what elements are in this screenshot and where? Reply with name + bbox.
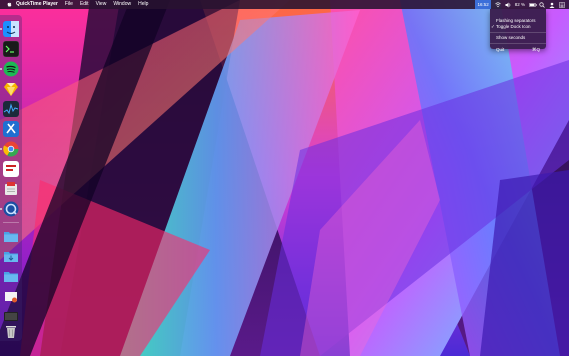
downloads-folder-icon[interactable] xyxy=(3,248,19,264)
speakerdeck-icon[interactable] xyxy=(3,161,19,177)
menu-file[interactable]: File xyxy=(65,0,73,9)
folder-icon[interactable] xyxy=(3,228,19,244)
user-icon[interactable] xyxy=(549,2,555,8)
menu-app-name[interactable]: QuickTime Player xyxy=(16,0,58,9)
document-icon[interactable] xyxy=(3,288,19,304)
battery-icon[interactable] xyxy=(529,2,537,8)
wifi-icon[interactable] xyxy=(494,1,501,8)
keyboard-shortcut: ⌘Q xyxy=(531,47,540,52)
clock-menu-extra[interactable]: 16:52 xyxy=(475,0,491,9)
chrome-icon[interactable] xyxy=(3,141,19,157)
spotify-icon[interactable] xyxy=(3,61,19,77)
quicktime-icon[interactable] xyxy=(3,201,19,217)
movie-icon[interactable] xyxy=(3,308,19,324)
menu-view[interactable]: View xyxy=(96,0,107,9)
checkmark-icon: ✓ xyxy=(491,24,495,29)
menu-separator xyxy=(490,43,546,44)
activity-monitor-icon[interactable] xyxy=(3,101,19,117)
menu-item-quit[interactable]: Quit ⌘Q xyxy=(496,46,542,53)
notification-icon[interactable] xyxy=(559,1,565,8)
running-indicator xyxy=(0,68,2,70)
menu-window[interactable]: Window xyxy=(113,0,131,9)
search-icon[interactable] xyxy=(539,1,545,8)
sketch-icon[interactable] xyxy=(3,81,19,97)
trash-icon[interactable] xyxy=(3,323,19,339)
running-indicator xyxy=(0,28,2,30)
menu-item-show-seconds[interactable]: Show seconds xyxy=(496,34,542,41)
menu-separator xyxy=(490,32,546,33)
battery-percentage: 82 % xyxy=(514,2,525,7)
folder-icon[interactable] xyxy=(3,268,19,284)
finder-icon[interactable] xyxy=(3,21,19,37)
dock xyxy=(0,15,22,341)
running-indicator xyxy=(0,208,2,210)
running-indicator xyxy=(0,148,2,150)
flashcard-icon[interactable] xyxy=(3,181,19,197)
volume-icon[interactable] xyxy=(505,2,511,8)
clock-dropdown-menu: Flashing separators ✓ Toggle Dock Icon S… xyxy=(490,9,546,52)
menu-item-label: Toggle Dock Icon xyxy=(496,24,531,29)
menu-item-label: Quit xyxy=(496,47,505,52)
menu-item-toggle-dock-icon[interactable]: ✓ Toggle Dock Icon xyxy=(491,23,542,30)
menu-item-label: Show seconds xyxy=(496,35,526,40)
menu-bar: QuickTime Player File Edit View Window H… xyxy=(0,0,569,9)
terminal-icon[interactable] xyxy=(3,41,19,57)
apple-logo-icon[interactable] xyxy=(7,2,12,7)
dock-divider xyxy=(3,222,19,223)
xcode-icon[interactable] xyxy=(3,121,19,137)
desktop-wallpaper xyxy=(0,0,569,356)
menu-edit[interactable]: Edit xyxy=(80,0,89,9)
menu-help[interactable]: Help xyxy=(138,0,148,9)
status-area: 16:52 82 % xyxy=(475,0,565,9)
